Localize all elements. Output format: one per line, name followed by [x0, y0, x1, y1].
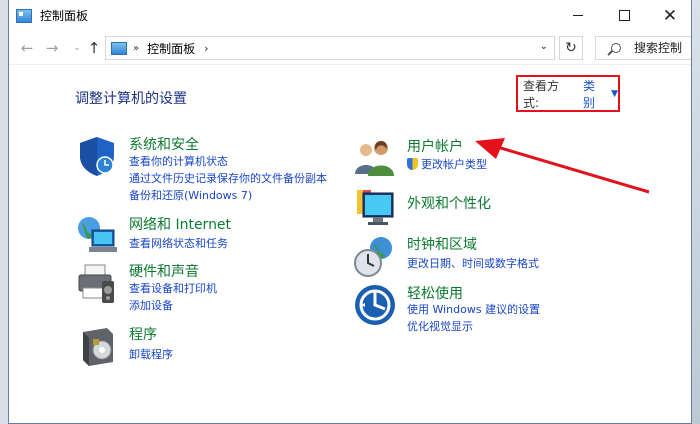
- search-icon: [611, 43, 621, 53]
- printer-icon: [78, 264, 114, 303]
- up-button[interactable]: ↑: [84, 38, 104, 58]
- link-view-computer-status[interactable]: 查看你的计算机状态: [129, 153, 228, 169]
- view-mode-dropdown[interactable]: 类别: [583, 77, 606, 111]
- programs-box-icon: [83, 328, 113, 366]
- window-controls: ✕: [555, 0, 691, 31]
- navigation-bar: ← → ⌄ ↑ » 控制面板 › ⌄ ↻: [9, 31, 691, 65]
- link-change-account-type[interactable]: 更改帐户类型: [407, 156, 487, 172]
- maximize-button[interactable]: [601, 0, 647, 31]
- category-title[interactable]: 时钟和区域: [407, 234, 477, 254]
- view-mode-label: 查看方式:: [523, 78, 560, 110]
- refresh-button[interactable]: ↻: [559, 36, 583, 60]
- link-add-device[interactable]: 添加设备: [129, 297, 173, 313]
- link-backup-restore[interactable]: 备份和还原(Windows 7): [129, 187, 252, 203]
- category-title[interactable]: 轻松使用: [407, 283, 463, 303]
- link-file-history-backup[interactable]: 通过文件历史记录保存你的文件备份副本: [129, 170, 327, 186]
- link-view-network-status[interactable]: 查看网络状态和任务: [129, 235, 228, 251]
- view-mode-selector-highlight: 查看方式: 类别 ▼: [516, 75, 620, 112]
- window-title: 控制面板: [40, 9, 89, 23]
- control-panel-icon: [16, 8, 32, 23]
- link-optimize-visual-display[interactable]: 优化视觉显示: [407, 318, 473, 334]
- category-title[interactable]: 网络和 Internet: [129, 214, 231, 234]
- main-content: 调整计算机的设置 查看方式: 类别 ▼ 系统和安全 查看你的计算机状态 通过文件…: [9, 65, 691, 423]
- link-windows-suggested-settings[interactable]: 使用 Windows 建议的设置: [407, 301, 540, 317]
- ease-of-access-icon: [355, 285, 395, 325]
- address-dropdown-button[interactable]: ⌄: [540, 41, 548, 52]
- shield-icon: [80, 137, 114, 176]
- search-input[interactable]: [634, 41, 690, 55]
- users-icon: [355, 141, 394, 176]
- chevron-down-icon[interactable]: ▼: [611, 89, 618, 99]
- search-box[interactable]: [595, 36, 691, 60]
- control-panel-window: 控制面板 ✕ ← → ⌄ ↑ » 控制面板 › ⌄ ↻ 调整计算机的设置 查看方…: [8, 0, 692, 424]
- link-view-devices-printers[interactable]: 查看设备和打印机: [129, 280, 217, 296]
- category-title[interactable]: 系统和安全: [129, 134, 199, 154]
- close-button[interactable]: ✕: [647, 0, 691, 31]
- control-panel-icon: [111, 41, 127, 55]
- category-title[interactable]: 程序: [129, 324, 157, 344]
- category-title[interactable]: 外观和个性化: [407, 193, 491, 213]
- title-bar[interactable]: 控制面板 ✕: [9, 0, 691, 31]
- address-bar[interactable]: » 控制面板 › ⌄: [105, 36, 555, 60]
- category-title[interactable]: 硬件和声音: [129, 261, 199, 281]
- monitor-paint-icon: [357, 190, 394, 225]
- uac-shield-icon: [407, 158, 418, 170]
- desktop-edge: [692, 0, 700, 424]
- breadcrumb-chevron[interactable]: ›: [204, 42, 208, 55]
- network-globe-icon: [78, 217, 117, 252]
- link-text[interactable]: 更改帐户类型: [421, 158, 487, 171]
- link-uninstall-program[interactable]: 卸载程序: [129, 346, 173, 362]
- breadcrumb-separator[interactable]: »: [133, 43, 139, 54]
- breadcrumb-location[interactable]: 控制面板: [147, 40, 195, 57]
- link-change-date-time-format[interactable]: 更改日期、时间或数字格式: [407, 255, 539, 271]
- category-title[interactable]: 用户帐户: [407, 136, 463, 156]
- page-title: 调整计算机的设置: [75, 91, 187, 107]
- clock-globe-icon: [354, 237, 392, 277]
- minimize-button[interactable]: [555, 0, 601, 31]
- back-button[interactable]: ←: [17, 38, 37, 58]
- forward-button[interactable]: →: [42, 38, 62, 58]
